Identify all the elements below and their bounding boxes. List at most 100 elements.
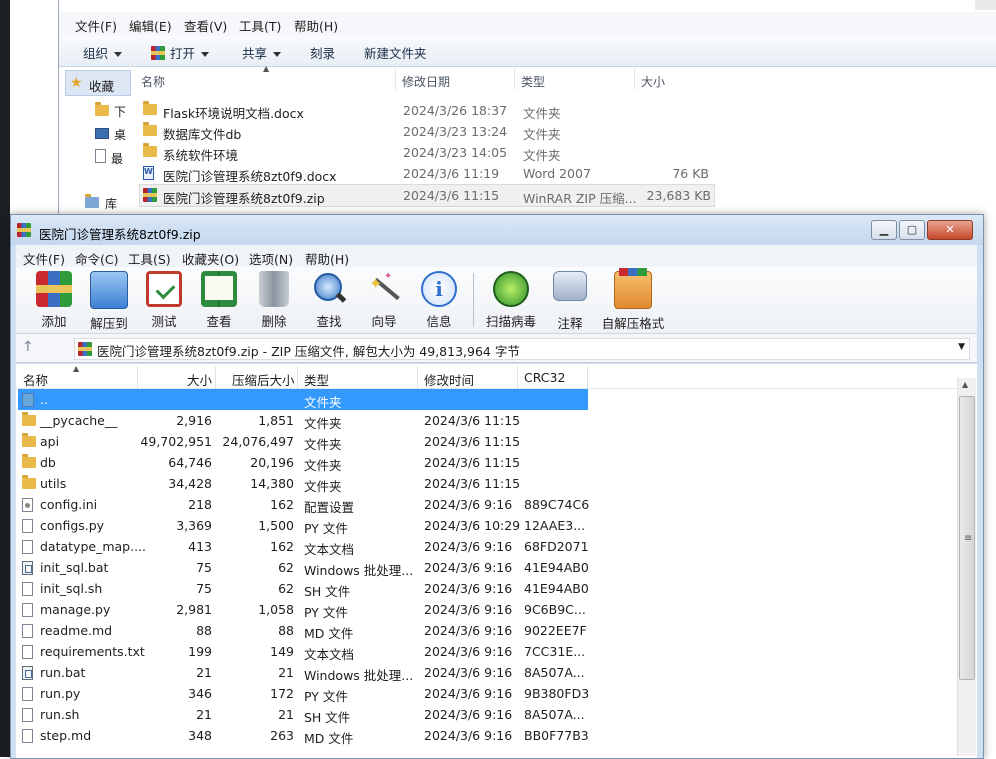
archive-row[interactable]: __pycache__ 2,916 1,851 文件夹 2024/3/6 11:15 xyxy=(18,410,588,431)
sfx-button[interactable]: 自解压格式 xyxy=(600,268,666,332)
archive-row[interactable]: step.md 348 263 MD 文件 2024/3/6 9:16 BB0F77B3 xyxy=(18,725,589,746)
col-crc[interactable]: CRC32 xyxy=(524,370,565,385)
row-size: 2,916 xyxy=(176,413,212,428)
explorer-file-row[interactable]: Flask环境说明文档.docx 2024/3/26 18:37 文件夹 xyxy=(139,100,713,121)
view-button[interactable]: 查看 xyxy=(193,271,245,330)
star-icon: ★ xyxy=(70,75,83,91)
col-packed[interactable]: 压缩后大小 xyxy=(232,370,295,389)
organize-button[interactable]: 组织 xyxy=(83,43,123,62)
row-size: 49,702,951 xyxy=(140,434,212,449)
menu-tools[interactable]: 工具(S) xyxy=(128,249,171,268)
menu-file[interactable]: 文件(F) xyxy=(23,249,65,268)
archive-row[interactable]: init_sql.sh 75 62 SH 文件 2024/3/6 9:16 41E94AB… xyxy=(18,578,589,599)
row-name: manage.py xyxy=(40,602,111,617)
share-button[interactable]: 共享 xyxy=(242,43,282,62)
up-arrow-icon[interactable]: ↑ xyxy=(22,339,42,357)
explorer-menu-tools[interactable]: 工具(T) xyxy=(239,16,281,35)
chevron-down-icon xyxy=(273,52,282,57)
wizard-button[interactable]: ✦ ✦ 向导 xyxy=(358,271,410,330)
archive-row[interactable]: run.py 346 172 PY 文件 2024/3/6 9:16 9B380FD3 xyxy=(18,683,589,704)
nav-library[interactable]: 库 xyxy=(85,194,117,212)
burn-button[interactable]: 刻录 xyxy=(310,43,335,62)
archive-row[interactable]: init_sql.bat 75 62 Windows 批处理... 2024/3/6 9… xyxy=(18,557,589,578)
row-type: 文件夹 xyxy=(304,416,342,431)
menu-options[interactable]: 选项(N) xyxy=(249,249,293,268)
chevron-down-icon[interactable]: ▼ xyxy=(958,342,965,352)
explorer-file-row-selected[interactable]: 医院门诊管理系统8zt0f9.zip 2024/3/6 11:15 WinRAR… xyxy=(139,184,715,207)
nav-favorites[interactable]: ★ 收藏 xyxy=(65,70,131,96)
extract-button[interactable]: 解压到 xyxy=(83,271,135,332)
row-crc: 12AAE3... xyxy=(524,518,586,533)
archive-row[interactable]: api 49,702,951 24,076,497 文件夹 2024/3/6 11:15 xyxy=(18,431,588,452)
col-size[interactable]: 大小 xyxy=(187,370,212,389)
delete-button[interactable]: 删除 xyxy=(248,271,300,330)
archive-row[interactable]: run.bat 21 21 Windows 批处理... 2024/3/6 9:16 8A… xyxy=(18,662,588,683)
row-name: utils xyxy=(40,476,67,491)
row-type: 文本文档 xyxy=(304,542,355,557)
explorer-file-row[interactable]: 医院门诊管理系统8zt0f9.docx 2024/3/6 11:19 Word … xyxy=(139,163,713,184)
col-name[interactable]: 名称 xyxy=(141,73,165,90)
menu-help[interactable]: 帮助(H) xyxy=(305,249,349,268)
scan-virus-button[interactable]: 扫描病毒 xyxy=(482,271,540,330)
col-type[interactable]: 类型 xyxy=(521,73,545,90)
archive-row[interactable]: datatype_map.... 413 162 文本文档 2024/3/6 9:16 6… xyxy=(18,536,589,557)
explorer-menu-edit[interactable]: 编辑(E) xyxy=(129,16,172,35)
test-button[interactable]: 测试 xyxy=(138,271,190,330)
row-name: init_sql.bat xyxy=(40,560,109,575)
archive-row[interactable]: readme.md 88 88 MD 文件 2024/3/6 9:16 9022EE7F xyxy=(18,620,588,641)
folder-icon xyxy=(22,475,36,489)
winrar-titlebar[interactable]: 医院门诊管理系统8zt0f9.zip ▁ ▢ ✕ xyxy=(11,215,983,245)
explorer-file-row[interactable]: 数据库文件db 2024/3/23 13:24 文件夹 xyxy=(139,121,713,142)
sfx-box-icon xyxy=(614,268,652,309)
open-button[interactable]: 打开 xyxy=(151,43,210,62)
col-modified[interactable]: 修改日期 xyxy=(402,73,450,90)
archive-row[interactable]: manage.py 2,981 1,058 PY 文件 2024/3/6 9:16 9C6… xyxy=(18,599,588,620)
explorer-top-scrollbar[interactable] xyxy=(975,0,996,10)
find-button[interactable]: 查找 xyxy=(303,271,355,330)
col-type[interactable]: 类型 xyxy=(304,370,329,389)
row-modified: 2024/3/6 9:16 xyxy=(424,728,513,743)
row-name: step.md xyxy=(40,728,92,743)
folder-icon xyxy=(143,143,157,157)
nav-recent[interactable]: 最 xyxy=(95,149,123,167)
new-folder-button[interactable]: 新建文件夹 xyxy=(364,43,427,62)
archive-row[interactable]: configs.py 3,369 1,500 PY 文件 2024/3/6 10:29 1… xyxy=(18,515,588,536)
menu-commands[interactable]: 命令(C) xyxy=(75,249,118,268)
minimize-button[interactable]: ▁ xyxy=(871,220,897,240)
archive-row[interactable]: config.ini 218 162 配置设置 2024/3/6 9:16 889C74C… xyxy=(18,494,589,515)
col-modified[interactable]: 修改时间 xyxy=(424,370,474,389)
archive-row[interactable]: requirements.txt 199 149 文本文档 2024/3/6 9:16 7… xyxy=(18,641,588,662)
explorer-menu-file[interactable]: 文件(F) xyxy=(75,16,117,35)
archive-row-selected[interactable]: .. 文件夹 xyxy=(18,389,588,410)
explorer-menu-help[interactable]: 帮助(H) xyxy=(294,16,338,35)
row-size: 218 xyxy=(188,497,212,512)
col-name[interactable]: 名称 xyxy=(23,370,48,389)
comment-button[interactable]: 注释 xyxy=(544,271,596,332)
scroll-up-icon[interactable]: ▲ xyxy=(962,380,968,389)
archive-row[interactable]: utils 34,428 14,380 文件夹 2024/3/6 11:15 xyxy=(18,473,588,494)
row-name: datatype_map.... xyxy=(40,539,146,554)
explorer-menu-view[interactable]: 查看(V) xyxy=(184,16,227,35)
info-button[interactable]: i 信息 xyxy=(413,271,465,330)
archive-row[interactable]: db 64,746 20,196 文件夹 2024/3/6 11:15 xyxy=(18,452,588,473)
scrollbar-thumb[interactable]: ≡ xyxy=(959,396,975,680)
maximize-button[interactable]: ▢ xyxy=(899,220,925,240)
column-divider xyxy=(634,68,635,90)
explorer-file-row[interactable]: 系统软件环境 2024/3/23 14:05 文件夹 xyxy=(139,142,713,163)
archive-file-list: 名称 ▲ 大小 压缩后大小 类型 修改时间 CRC32 .. 文件夹 __pycac… xyxy=(16,364,977,758)
close-button[interactable]: ✕ xyxy=(927,220,973,240)
menu-favorites[interactable]: 收藏夹(O) xyxy=(182,249,239,268)
row-crc: 68FD2071 xyxy=(524,539,589,554)
comment-icon xyxy=(553,271,587,301)
row-packed: 1,058 xyxy=(258,602,294,617)
ini-file-icon xyxy=(22,498,33,512)
add-button[interactable]: 添加 xyxy=(28,271,80,330)
col-size[interactable]: 大小 xyxy=(641,73,665,90)
vertical-scrollbar[interactable]: ▲ ≡ xyxy=(957,378,976,756)
nav-downloads[interactable]: 下 xyxy=(95,102,126,120)
archive-row[interactable]: run.sh 21 21 SH 文件 2024/3/6 9:16 8A507A... xyxy=(18,704,588,725)
nav-desktop[interactable]: 桌 xyxy=(95,126,126,143)
row-modified: 2024/3/6 9:16 xyxy=(424,602,513,617)
archive-path-field[interactable]: 医院门诊管理系统8zt0f9.zip - ZIP 压缩文件, 解包大小为 49,… xyxy=(74,338,970,360)
desktop-icon xyxy=(95,128,109,139)
